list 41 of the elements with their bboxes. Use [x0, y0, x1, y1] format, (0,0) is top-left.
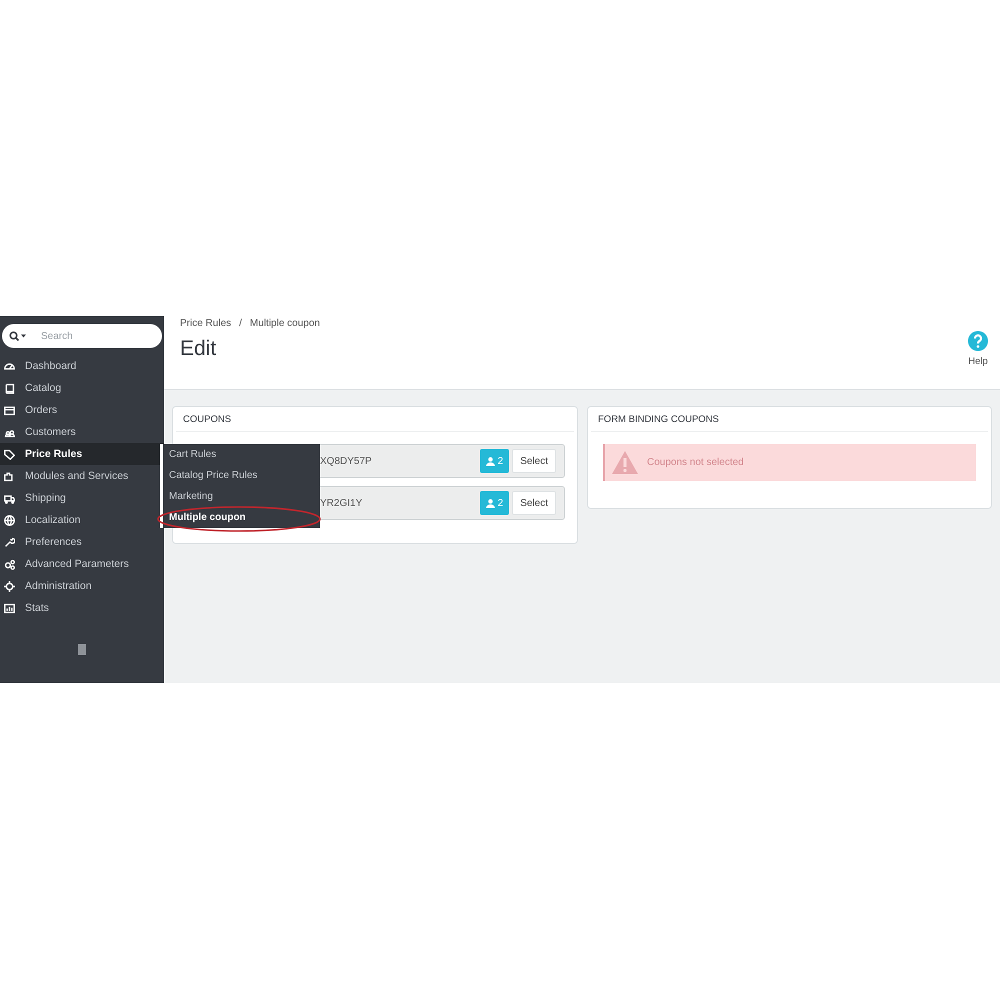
gears-icon — [4, 558, 15, 570]
breadcrumb-link[interactable]: Price Rules — [180, 318, 232, 329]
select-button[interactable]: Select — [512, 449, 556, 473]
sidebar-item[interactable]: Orders — [0, 399, 164, 421]
wrench-icon — [4, 536, 15, 548]
alert-message: Coupons not selected — [603, 444, 976, 481]
sidebar-item[interactable]: Advanced Parameters — [0, 553, 164, 575]
tag-icon — [4, 448, 15, 460]
submenu-item[interactable]: Catalog Price Rules — [163, 465, 320, 486]
coupon-code: XQ8DY57P — [320, 456, 373, 466]
sidebar-item[interactable]: Modules and Services — [0, 465, 164, 487]
sidebar-item[interactable]: Dashboard — [0, 355, 164, 377]
user-icon — [486, 456, 495, 466]
sidebar-item[interactable]: Shipping — [0, 487, 164, 509]
sidebar-item[interactable]: Preferences — [0, 531, 164, 553]
search-field[interactable]: Search — [2, 324, 162, 348]
sidebar-item[interactable]: Stats — [0, 597, 164, 619]
collapse-icon[interactable] — [78, 644, 87, 655]
submenu-item[interactable]: Marketing — [163, 486, 320, 507]
breadcrumb-separator: / — [239, 318, 242, 329]
card-icon — [4, 404, 15, 416]
gauge-icon — [4, 360, 15, 372]
sidebar-item[interactable]: Catalog — [0, 377, 164, 399]
warning-icon — [611, 450, 639, 475]
globe-icon — [4, 514, 15, 526]
sidebar-item[interactable]: Localization — [0, 509, 164, 531]
page-title: Edit — [180, 337, 218, 361]
sidebar-item[interactable]: Customers — [0, 421, 164, 443]
chart-icon — [4, 602, 15, 614]
book-icon — [4, 382, 15, 394]
coupon-code: YR2GI1Y — [320, 498, 364, 508]
breadcrumb-link[interactable]: Multiple coupon — [250, 318, 320, 329]
select-button[interactable]: Select — [512, 491, 556, 515]
sidebar-item[interactable]: Price Rules — [0, 443, 164, 465]
panel-title: COUPONS — [176, 407, 574, 432]
submenu-item[interactable]: Cart Rules — [163, 444, 320, 465]
user-icon — [486, 498, 495, 508]
sidebar-item[interactable]: Administration — [0, 575, 164, 597]
panel-title: FORM BINDING COUPONS — [591, 407, 988, 432]
help-link[interactable]: Help — [968, 356, 988, 367]
truck-icon — [4, 492, 15, 504]
